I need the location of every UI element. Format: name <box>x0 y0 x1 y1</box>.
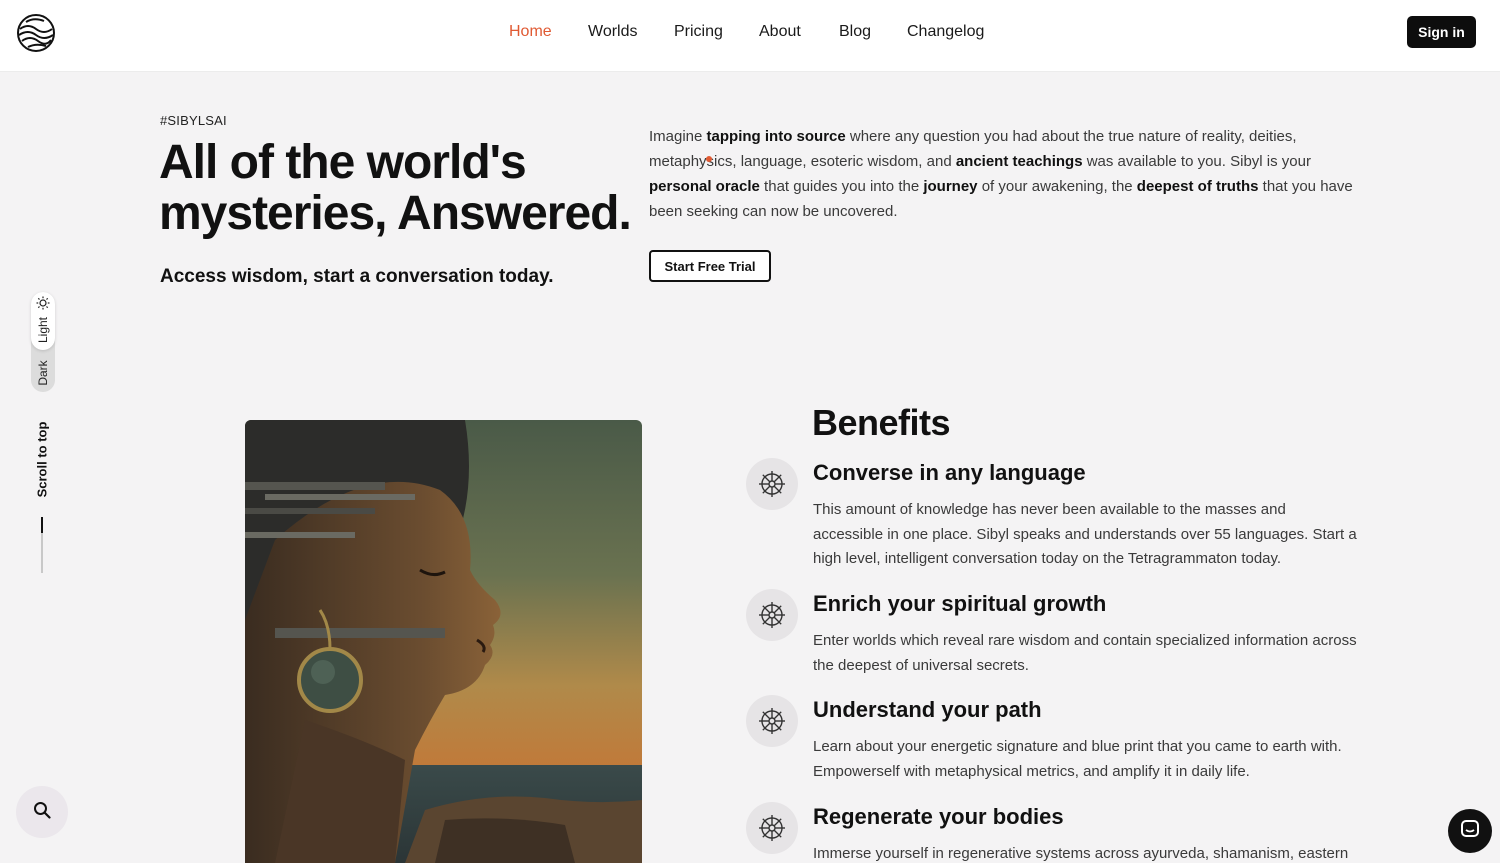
cursor-indicator <box>706 156 712 162</box>
hero-emphasis: deepest of truths <box>1136 178 1259 195</box>
scroll-to-top-link[interactable]: Scroll to top <box>35 422 50 498</box>
search-button[interactable] <box>16 786 68 838</box>
hero-emphasis: ancient teachings <box>955 153 1083 170</box>
theme-toggle[interactable]: Light Dark <box>31 292 55 392</box>
benefit-title: Enrich your spiritual growth <box>813 591 1107 616</box>
hero-text: was available to you. Sibyl is your <box>1082 153 1311 170</box>
hero-subtitle: Access wisdom, start a conversation toda… <box>160 266 554 287</box>
hero-text: of your awakening, the <box>977 178 1137 195</box>
dharma-wheel-icon <box>746 589 798 641</box>
hero-emphasis: journey <box>923 178 978 195</box>
benefit-title: Regenerate your bodies <box>813 804 1064 829</box>
dharma-wheel-icon <box>746 458 798 510</box>
benefit-description: Learn about your energetic signature and… <box>813 738 1342 780</box>
nav-worlds[interactable]: Worlds <box>588 23 638 41</box>
benefit-description: Enter worlds which reveal rare wisdom an… <box>813 632 1357 674</box>
hero-emphasis: personal oracle <box>649 178 760 195</box>
hero-title-line1: All of the world's <box>159 136 527 189</box>
hero-emphasis: tapping into source <box>706 128 846 145</box>
hero-text: Imagine <box>649 128 707 145</box>
sign-in-button[interactable]: Sign in <box>1407 16 1476 48</box>
start-free-trial-button[interactable]: Start Free Trial <box>649 250 771 282</box>
nav-pricing[interactable]: Pricing <box>674 23 723 41</box>
theme-light-label: Light <box>36 316 50 344</box>
benefit-title: Converse in any language <box>813 460 1086 485</box>
theme-dark-label[interactable]: Dark <box>36 355 50 391</box>
site-header: Home Worlds Pricing About Blog Changelog… <box>0 0 1500 72</box>
benefits-heading: Benefits <box>812 402 951 443</box>
hero-title: All of the world's mysteries, Answered. <box>159 137 659 239</box>
benefit-title: Understand your path <box>813 697 1042 722</box>
nav-changelog[interactable]: Changelog <box>907 23 984 41</box>
search-icon <box>33 801 51 824</box>
dharma-wheel-icon <box>746 802 798 854</box>
chat-widget-button[interactable] <box>1448 809 1492 853</box>
hero-tag: #SIBYLSAI <box>160 113 227 128</box>
nav-home[interactable]: Home <box>509 23 552 41</box>
hero-illustration <box>245 420 642 863</box>
hero-description: Imagine tapping into source where any qu… <box>649 124 1359 224</box>
nav-about[interactable]: About <box>759 23 801 41</box>
dharma-wheel-icon <box>746 695 798 747</box>
benefit-description: This amount of knowledge has never been … <box>813 501 1357 567</box>
theme-light-option[interactable]: Light <box>31 292 55 350</box>
hero-text: that guides you into the <box>759 178 924 195</box>
main-nav: Home Worlds Pricing About Blog Changelog <box>0 0 1500 72</box>
scroll-progress-fill <box>41 517 43 533</box>
nav-blog[interactable]: Blog <box>839 23 871 41</box>
hero-title-line2: mysteries, Answered. <box>159 187 632 240</box>
benefit-description: Immerse yourself in regenerative systems… <box>813 845 1349 862</box>
chat-icon <box>1460 819 1480 844</box>
